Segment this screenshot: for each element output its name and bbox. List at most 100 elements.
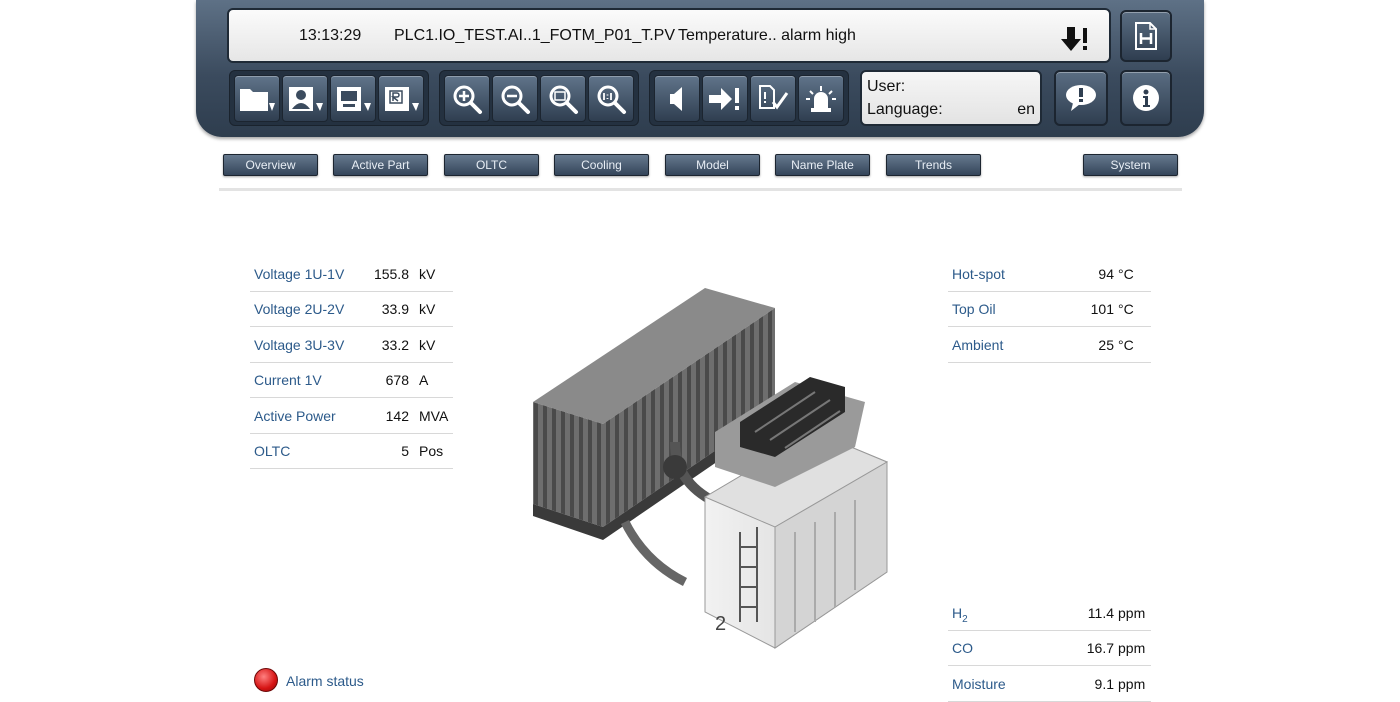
nav-cooling[interactable]: Cooling	[554, 154, 649, 176]
screen-file-icon	[337, 86, 371, 111]
mute-horn-button[interactable]	[654, 75, 700, 122]
row-unit: kV	[419, 337, 436, 353]
open-screen-button[interactable]	[234, 75, 280, 122]
alarm-tag: PLC1.IO_TEST.AI..1_FOTM_P01_T.PV	[394, 27, 675, 44]
row-value: 101	[1090, 301, 1114, 317]
row-value: 142	[385, 408, 409, 424]
row-value: 33.2	[381, 337, 409, 353]
nav-active-part[interactable]: Active Part	[333, 154, 428, 176]
row-value: 155.8	[373, 266, 409, 282]
table-row: Voltage 3U-3V 33.2 kV	[250, 328, 453, 363]
header-panel: 13:13:29 PLC1.IO_TEST.AI..1_FOTM_P01_T.P…	[196, 0, 1204, 137]
acknowledge-alarm-button[interactable]	[702, 75, 748, 122]
row-label: OLTC	[254, 443, 291, 459]
nav-trends[interactable]: Trends	[886, 154, 981, 176]
info-button[interactable]	[1120, 70, 1172, 126]
confirm-list-icon	[759, 84, 789, 109]
row-label: H2	[952, 605, 968, 625]
row-label: Current 1V	[254, 372, 322, 388]
zoom-out-icon	[501, 85, 530, 114]
alarm-status-label: Alarm status	[286, 673, 364, 689]
nav-model[interactable]: Model	[665, 154, 760, 176]
alarm-button-group	[649, 70, 849, 126]
row-value: 94	[1098, 266, 1114, 282]
row-value: 5	[401, 443, 409, 459]
row-unit: °C	[1118, 301, 1134, 317]
language-label: Language:	[867, 101, 943, 118]
mute-horn-icon	[670, 86, 682, 111]
alarm-beacon-icon	[806, 85, 836, 112]
row-label: Hot-spot	[952, 266, 1005, 282]
table-row: Hot-spot 94 °C	[948, 257, 1151, 292]
nav-system[interactable]: System	[1083, 154, 1178, 176]
alarm-bubble-icon	[1066, 85, 1096, 111]
row-value: 25	[1098, 337, 1114, 353]
table-row: Moisture 9.1 ppm	[948, 667, 1151, 702]
row-label: Moisture	[952, 676, 1006, 692]
zoom-button-group	[439, 70, 639, 126]
zoom-in-icon	[453, 85, 482, 114]
table-row: Active Power 142 MVA	[250, 399, 453, 434]
table-row: Top Oil 101 °C	[948, 292, 1151, 327]
row-label: CO	[952, 640, 973, 656]
zoom-reset-button[interactable]	[588, 75, 634, 122]
table-row: Voltage 1U-1V 155.8 kV	[250, 257, 453, 292]
report-file-icon	[385, 86, 419, 111]
transformer-model[interactable]: 2	[525, 282, 895, 659]
row-unit: °C	[1118, 337, 1134, 353]
row-unit: MVA	[419, 408, 449, 424]
row-unit: A	[419, 372, 429, 388]
user-screen-button[interactable]	[282, 75, 328, 122]
row-label: Voltage 2U-2V	[254, 301, 345, 317]
zoom-fit-icon	[549, 85, 578, 114]
row-label: Voltage 1U-1V	[254, 266, 345, 282]
alarm-line[interactable]: 13:13:29 PLC1.IO_TEST.AI..1_FOTM_P01_T.P…	[227, 8, 1111, 63]
alarm-list-button[interactable]	[1054, 70, 1108, 126]
row-value: 11.4	[1087, 605, 1114, 621]
row-value: 678	[385, 372, 409, 388]
nav-overview[interactable]: Overview	[223, 154, 318, 176]
table-row: H2 11.4 ppm	[948, 596, 1151, 631]
file-button-group	[229, 70, 429, 126]
row-unit: ppm	[1118, 640, 1146, 656]
table-row: Ambient 25 °C	[948, 328, 1151, 363]
table-row: Voltage 2U-2V 33.9 kV	[250, 292, 453, 327]
alarm-message: Temperature.. alarm high	[678, 27, 856, 44]
open-folder-icon	[240, 88, 275, 111]
acknowledge-alarm-icon	[709, 87, 739, 110]
zoom-in-button[interactable]	[444, 75, 490, 122]
alarm-beacon-button[interactable]	[798, 75, 844, 122]
user-label: User:	[867, 78, 906, 95]
row-unit: ppm	[1118, 605, 1146, 621]
row-unit: ppm	[1118, 676, 1146, 692]
transformer-illustration: 2	[533, 288, 889, 649]
table-row: OLTC 5 Pos	[250, 434, 453, 469]
hmi-home-icon	[1135, 22, 1157, 50]
alarm-acknowledge-icon[interactable]	[1061, 27, 1089, 58]
report-screen-button[interactable]	[378, 75, 424, 122]
zoom-fit-button[interactable]	[540, 75, 586, 122]
hmi-home-button[interactable]	[1120, 10, 1172, 62]
display-screen-button[interactable]	[330, 75, 376, 122]
nav-oltc[interactable]: OLTC	[444, 154, 539, 176]
row-label: Ambient	[952, 337, 1004, 353]
zoom-reset-icon	[597, 85, 626, 114]
row-label: Top Oil	[952, 301, 996, 317]
language-value[interactable]: en	[1017, 101, 1035, 119]
user-file-icon	[289, 86, 323, 111]
row-unit: kV	[419, 301, 436, 317]
row-value: 16.7	[1086, 640, 1114, 656]
zoom-out-button[interactable]	[492, 75, 538, 122]
user-language-panel: User: Language: en	[860, 70, 1042, 126]
confirm-list-button[interactable]	[750, 75, 796, 122]
table-row: Current 1V 678 A	[250, 363, 453, 398]
row-value: 33.9	[381, 301, 409, 317]
nav-name-plate[interactable]: Name Plate	[775, 154, 870, 176]
row-label: Active Power	[254, 408, 336, 424]
nav-divider	[219, 188, 1182, 191]
table-row: CO 16.7 ppm	[948, 631, 1151, 666]
row-value: 9.1	[1094, 676, 1114, 692]
row-unit: Pos	[419, 443, 444, 459]
alarm-time: 13:13:29	[299, 27, 362, 44]
row-label: Voltage 3U-3V	[254, 337, 345, 353]
